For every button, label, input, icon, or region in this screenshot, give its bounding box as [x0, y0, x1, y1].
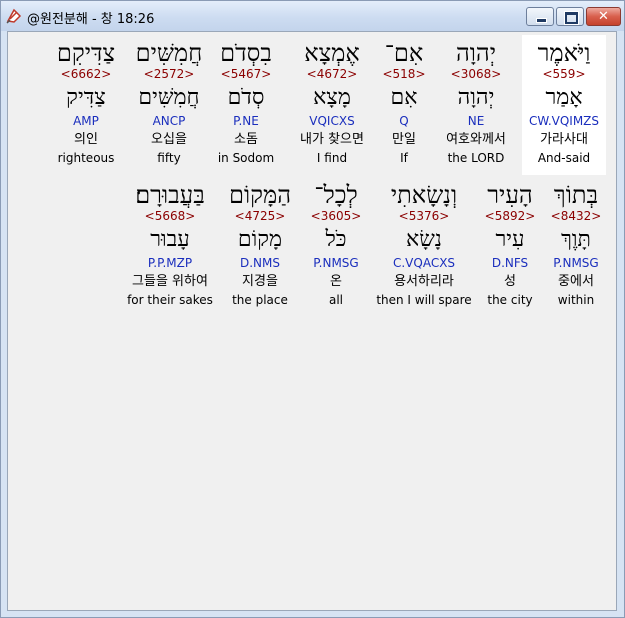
korean-gloss: 그들을 위하여 — [132, 274, 208, 289]
hebrew-word: הָעִיר — [487, 181, 533, 209]
strong-number: <5892> — [484, 209, 536, 223]
strong-number: <5668> — [144, 209, 196, 223]
title-bar[interactable]: @원전분해 - 창 18:26 ✕ — [1, 1, 624, 31]
english-gloss: And-said — [537, 151, 591, 165]
verse-line-2: בְּתוֹךְ <8432> תָּוֶךְ P.NMSG 중에서 withi… — [8, 177, 618, 317]
lexical-form: מָצָא — [313, 85, 351, 110]
hebrew-word: לְכָל־ — [314, 181, 358, 209]
english-gloss: I find — [316, 151, 348, 165]
english-gloss: the place — [232, 293, 288, 307]
english-gloss: then I will spare — [376, 293, 472, 307]
word-cell[interactable]: בַּעֲבוּרָם׃ <5668> עָבוּר P.P.MZP 그들을 위… — [118, 177, 222, 317]
lexical-form: עִיר — [495, 227, 525, 252]
english-gloss: the city — [487, 293, 533, 307]
strong-number: <2572> — [143, 67, 195, 81]
parsing-code: C.VQACXS — [392, 256, 456, 270]
word-cell[interactable]: חֲמִשִּׁים <2572> חֲמִשִּׁים ANCP 오십을 fi… — [127, 35, 211, 175]
minimize-icon — [536, 18, 547, 23]
close-icon: ✕ — [598, 9, 609, 24]
app-icon[interactable] — [5, 7, 23, 25]
lexical-form: אָמַר — [545, 85, 583, 110]
parsing-code: P.NMSG — [313, 256, 359, 270]
korean-gloss: 의인 — [74, 132, 98, 147]
english-gloss: all — [328, 293, 344, 307]
korean-gloss: 여호와께서 — [446, 132, 506, 147]
word-cell[interactable]: וַיֹּאמֶר <559> אָמַר CW.VQIMZS 가라사대 And… — [522, 35, 606, 175]
english-gloss: in Sodom — [217, 151, 275, 165]
minimize-button[interactable] — [526, 7, 554, 26]
english-gloss: for their sakes — [127, 293, 213, 307]
window-bottom-border — [7, 611, 617, 616]
interlinear-panel[interactable]: וַיֹּאמֶר <559> אָמַר CW.VQIMZS 가라사대 And… — [7, 31, 617, 611]
korean-gloss: 용서하리라 — [394, 274, 454, 289]
strong-number: <3605> — [310, 209, 362, 223]
english-gloss: the LORD — [447, 151, 505, 165]
word-cell[interactable]: אֶמְצָא <4672> מָצָא VQICXS 내가 찾으면 I fin… — [288, 35, 376, 175]
maximize-icon — [564, 11, 579, 25]
korean-gloss: 오십을 — [151, 132, 187, 147]
app-window: @원전분해 - 창 18:26 ✕ וַיֹּאמֶר <559> אָמַר … — [0, 0, 625, 618]
hebrew-word: חֲמִשִּׁים — [135, 39, 203, 67]
korean-gloss: 가라사대 — [540, 132, 588, 147]
strong-number: <4672> — [306, 67, 358, 81]
hebrew-word: יְהוָה — [455, 39, 497, 67]
lexical-form: סְדֹם — [227, 85, 265, 110]
parsing-code: P.NE — [233, 114, 259, 128]
word-cell[interactable]: וְנָשָׂאתִי <5376> נָשָׂא C.VQACXS 용서하리라… — [372, 177, 476, 317]
lexical-form: צַדִּיק — [66, 85, 106, 110]
word-cell[interactable]: יְהוָה <3068> יְהוָה NE 여호와께서 the LORD — [434, 35, 518, 175]
lexical-form: יְהוָה — [457, 85, 495, 110]
parsing-code: P.P.MZP — [147, 256, 193, 270]
parsing-code: VQICXS — [309, 114, 355, 128]
word-cell[interactable]: הַמָּקוֹם <4725> מָקוֹם D.NMS 지경을 the pl… — [218, 177, 302, 317]
korean-gloss: 내가 찾으면 — [300, 132, 364, 147]
maximize-button[interactable] — [556, 7, 584, 26]
parsing-code: ANCP — [152, 114, 186, 128]
hebrew-word: וְנָשָׂאתִי — [390, 181, 458, 209]
lexical-form: נָשָׂא — [406, 227, 442, 252]
strong-number: <4725> — [234, 209, 286, 223]
parsing-code: AMP — [73, 114, 99, 128]
parsing-code: NE — [467, 114, 485, 128]
word-cell[interactable]: בִסְדֹם <5467> סְדֹם P.NE 소돔 in Sodom — [204, 35, 288, 175]
lexical-form: מָקוֹם — [237, 227, 283, 252]
lexical-form: חֲמִשִּׁים — [138, 85, 200, 110]
window-title: @원전분해 - 창 18:26 — [27, 12, 155, 27]
hebrew-word: בַּעֲבוּרָם׃ — [135, 181, 205, 209]
korean-gloss: 소돔 — [234, 132, 258, 147]
word-cell[interactable]: צַדִּיקִם <6662> צַדִּיק AMP 의인 righteou… — [44, 35, 128, 175]
strong-number: <6662> — [60, 67, 112, 81]
word-cell[interactable]: הָעִיר <5892> עִיר D.NFS 성 the city — [468, 177, 552, 317]
strong-number: <5467> — [220, 67, 272, 81]
korean-gloss: 온 — [330, 274, 342, 289]
korean-gloss: 지경을 — [242, 274, 278, 289]
hebrew-word: צַדִּיקִם — [56, 39, 116, 67]
strong-number: <3068> — [450, 67, 502, 81]
hebrew-word: הַמָּקוֹם — [229, 181, 291, 209]
korean-gloss: 성 — [504, 274, 516, 289]
lexical-form: כֹּל — [325, 227, 347, 252]
close-button[interactable]: ✕ — [586, 7, 621, 26]
lexical-form: עָבוּר — [150, 227, 190, 252]
hebrew-word: וַיֹּאמֶר — [537, 39, 591, 67]
parsing-code: D.NMS — [239, 256, 280, 270]
verse-line-1: וַיֹּאמֶר <559> אָמַר CW.VQIMZS 가라사대 And… — [8, 35, 618, 175]
hebrew-word: אֶמְצָא — [304, 39, 360, 67]
word-cell[interactable]: לְכָל־ <3605> כֹּל P.NMSG 온 all — [296, 177, 376, 317]
english-gloss: fifty — [157, 151, 181, 165]
parsing-code: CW.VQIMZS — [528, 114, 600, 128]
hebrew-word: בִסְדֹם — [220, 39, 272, 67]
strong-number: <559> — [542, 67, 586, 81]
strong-number: <5376> — [398, 209, 450, 223]
parsing-code: D.NFS — [491, 256, 529, 270]
english-gloss: righteous — [57, 151, 115, 165]
